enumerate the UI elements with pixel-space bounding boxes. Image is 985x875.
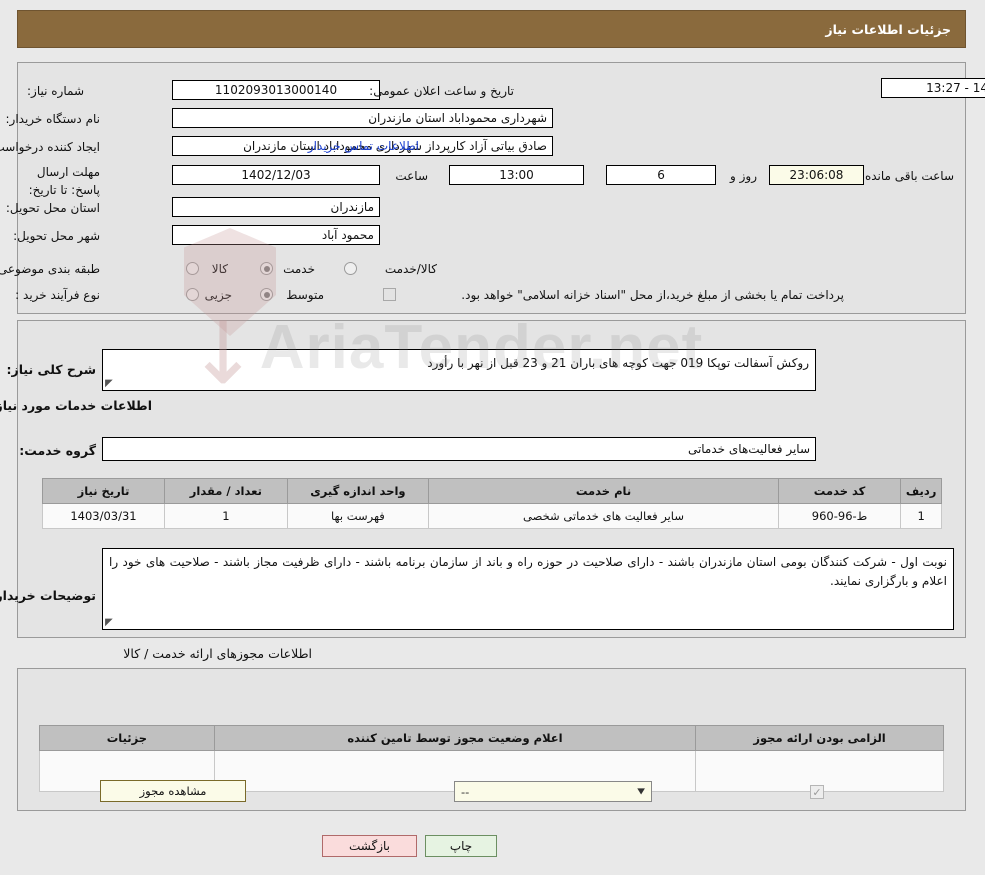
purchase-type-label: نوع فرآیند خرید : bbox=[16, 288, 101, 302]
cell-unit: فهرست بها bbox=[287, 503, 431, 529]
need-number-value: 1102093013000140 bbox=[173, 80, 381, 100]
services-table: ردیف کد خدمت نام خدمت واحد اندازه گیری ت… bbox=[43, 478, 943, 529]
radio-purchase-jozi[interactable] bbox=[187, 288, 200, 301]
treasury-note-label: پرداخت تمام یا بخشی از مبلغ خرید،از محل … bbox=[462, 288, 845, 302]
summary-text: روکش آسفالت توپکا 019 جهت کوچه های باران… bbox=[428, 356, 810, 370]
resize-grip-icon[interactable]: ◥ bbox=[106, 617, 116, 628]
radio-classification-khedmat[interactable] bbox=[261, 262, 274, 275]
resize-grip-icon[interactable]: ◥ bbox=[106, 378, 116, 389]
days-unit-label: روز و bbox=[731, 169, 758, 183]
buyer-contact-link[interactable]: اطلاعات تماس خریدار bbox=[309, 139, 420, 153]
deadline-label: مهلت ارسال پاسخ: تا تاریخ: bbox=[29, 165, 101, 197]
th-license-status: اعلام وضعیت مجوز توسط تامین کننده bbox=[214, 725, 698, 751]
treasury-checkbox[interactable] bbox=[384, 288, 397, 301]
back-button[interactable]: بازگشت bbox=[323, 835, 418, 857]
view-license-button[interactable]: مشاهده مجوز bbox=[101, 780, 247, 802]
services-table-header-row: ردیف کد خدمت نام خدمت واحد اندازه گیری ت… bbox=[43, 478, 943, 504]
buyer-org-label: نام دستگاه خریدار: bbox=[6, 112, 102, 126]
th-license-required: الزامی بودن ارائه مجوز bbox=[696, 725, 945, 751]
cell-service-name: سایر فعالیت های خدماتی شخصی bbox=[429, 503, 780, 529]
cell-quantity: 1 bbox=[165, 503, 289, 529]
services-heading: اطلاعات خدمات مورد نیاز bbox=[0, 398, 153, 413]
service-group-value: سایر فعالیت‌های خدماتی bbox=[103, 437, 817, 461]
license-status-value: -- bbox=[462, 784, 471, 799]
classification-option-khedmat-label: خدمت bbox=[284, 262, 316, 276]
page-title: جزئیات اطلاعات نیاز bbox=[826, 21, 952, 37]
buyer-notes-text: نوبت اول - شرکت کنندگان بومی استان مازند… bbox=[110, 555, 948, 588]
city-label: شهر محل تحویل: bbox=[14, 229, 101, 243]
purchase-option-jozi-label: جزیی bbox=[205, 288, 233, 302]
need-info-panel bbox=[18, 62, 967, 314]
summary-textarea[interactable]: روکش آسفالت توپکا 019 جهت کوچه های باران… bbox=[103, 349, 817, 391]
classification-option-kala-label: کالا bbox=[212, 262, 229, 276]
summary-label: شرح کلی نیاز: bbox=[7, 362, 97, 377]
cell-service-code: ط-96-960 bbox=[778, 503, 903, 529]
license-required-checkbox[interactable]: ✓ bbox=[811, 785, 825, 799]
buyer-notes-textarea[interactable]: نوبت اول - شرکت کنندگان بومی استان مازند… bbox=[103, 548, 955, 630]
announce-value: 1402/11/26 - 13:27 bbox=[882, 78, 985, 98]
cell-need-date: 1403/03/31 bbox=[43, 503, 166, 529]
service-group-label: گروه خدمت: bbox=[20, 443, 97, 458]
deadline-time-value: 13:00 bbox=[450, 165, 585, 185]
classification-label: طبقه بندی موضوعی: bbox=[0, 262, 101, 276]
buyer-org-value: شهرداری محموداباد استان مازندران bbox=[173, 108, 554, 128]
chevron-down-icon: ▼ bbox=[638, 787, 646, 796]
deadline-date-value: 1402/12/03 bbox=[173, 165, 381, 185]
th-quantity: تعداد / مقدار bbox=[165, 478, 289, 504]
license-status-select[interactable]: ▼ -- bbox=[455, 781, 653, 802]
th-license-details: جزئیات bbox=[40, 725, 216, 751]
need-number-label: شماره نیاز: bbox=[28, 84, 85, 98]
th-service-name: نام خدمت bbox=[429, 478, 780, 504]
th-service-code: کد خدمت bbox=[778, 478, 903, 504]
announce-label: تاریخ و ساعت اعلان عمومی: bbox=[370, 84, 515, 98]
th-row-index: ردیف bbox=[901, 478, 943, 504]
radio-purchase-motavaset[interactable] bbox=[261, 288, 274, 301]
hours-remaining-label: ساعت باقی مانده bbox=[865, 169, 955, 183]
th-need-date: تاریخ نیاز bbox=[43, 478, 166, 504]
deadline-hour-label: ساعت bbox=[396, 169, 429, 183]
buyer-notes-label: توضیحات خریدار: bbox=[0, 588, 97, 603]
radio-classification-kala[interactable] bbox=[187, 262, 200, 275]
creator-label: ایجاد کننده درخواست: bbox=[0, 140, 101, 154]
province-label: استان محل تحویل: bbox=[6, 201, 101, 215]
license-heading: اطلاعات مجوزهای ارائه خدمت / کالا bbox=[124, 646, 313, 661]
th-unit: واحد اندازه گیری bbox=[287, 478, 431, 504]
purchase-option-motavaset-label: متوسط bbox=[287, 288, 325, 302]
classification-option-kala-khedmat-label: کالا/خدمت bbox=[385, 262, 438, 276]
print-button[interactable]: چاپ bbox=[426, 835, 498, 857]
hours-remaining-value: 23:06:08 bbox=[770, 165, 865, 185]
license-table-header-row: الزامی بودن ارائه مجوز اعلام وضعیت مجوز … bbox=[40, 725, 945, 751]
city-value: محمود آباد bbox=[173, 225, 381, 245]
province-value: مازندران bbox=[173, 197, 381, 217]
days-remaining-value: 6 bbox=[607, 165, 717, 185]
table-row: 1 ط-96-960 سایر فعالیت های خدماتی شخصی ف… bbox=[43, 503, 943, 529]
radio-classification-kala-khedmat[interactable] bbox=[345, 262, 358, 275]
page-header-bar: جزئیات اطلاعات نیاز bbox=[18, 10, 967, 48]
cell-row-index: 1 bbox=[901, 503, 943, 529]
